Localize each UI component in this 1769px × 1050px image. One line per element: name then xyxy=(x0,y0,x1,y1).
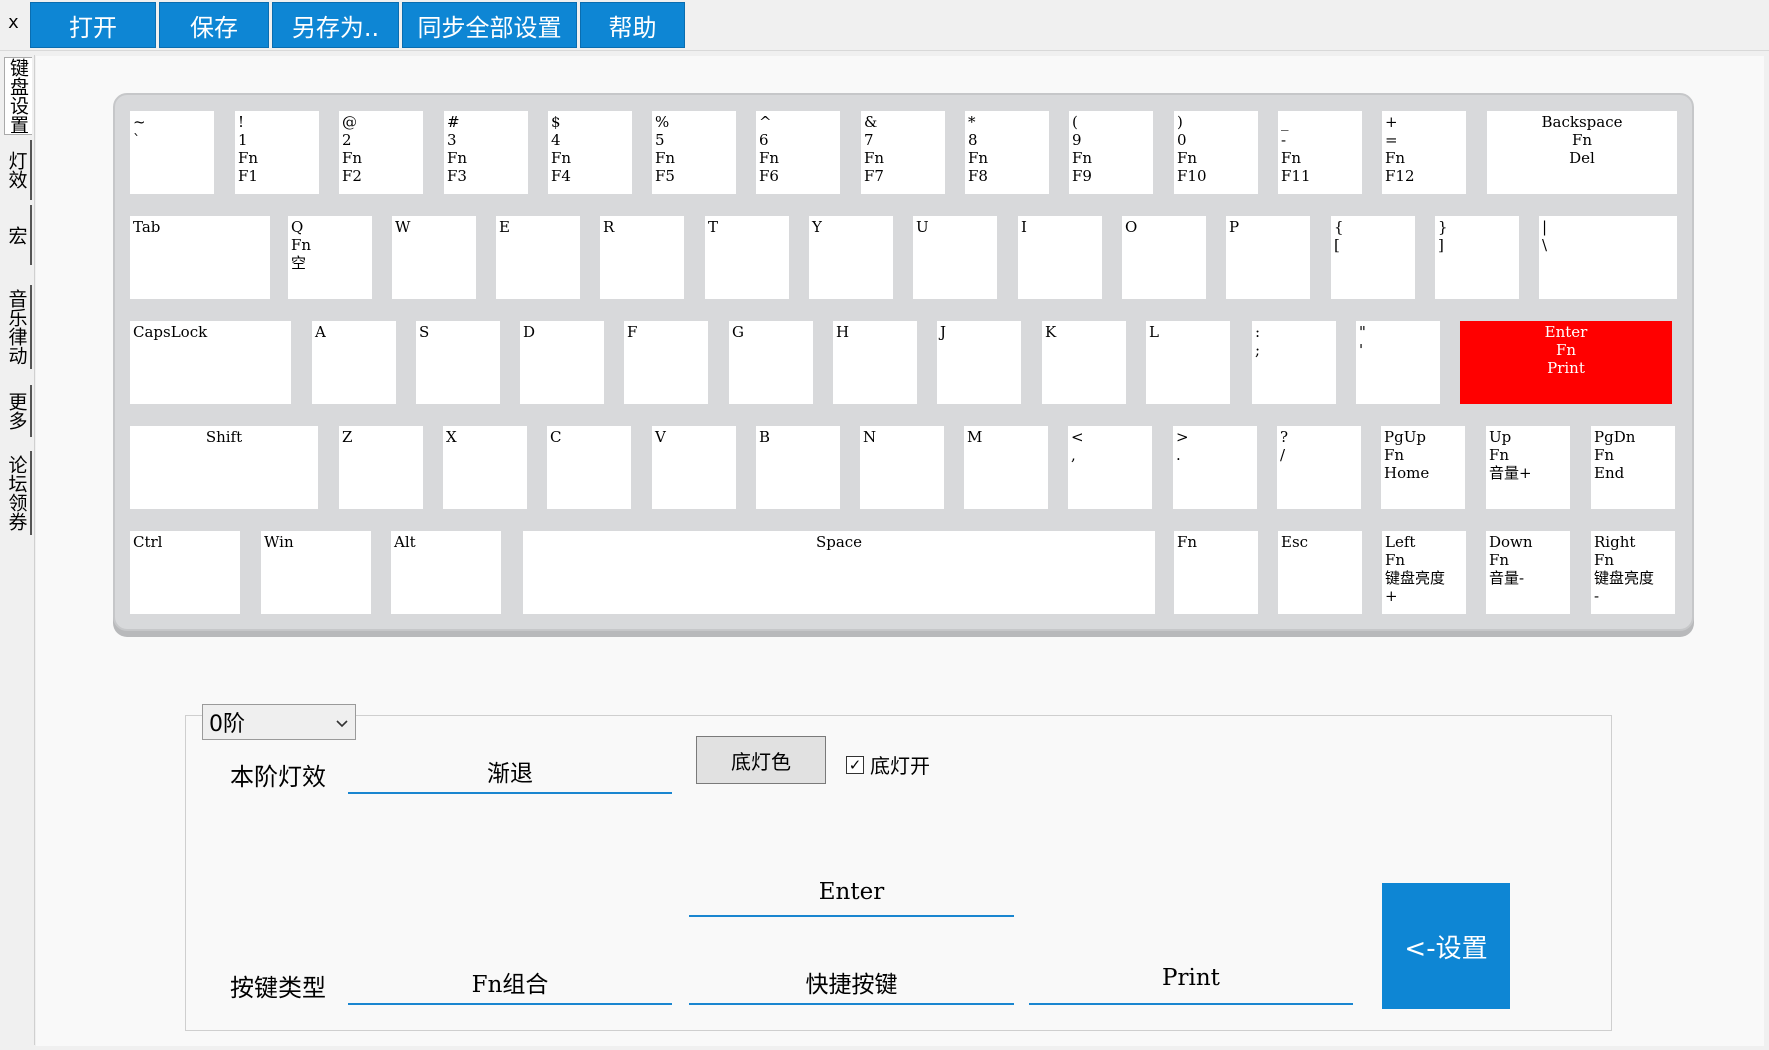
layer-select[interactable]: 0阶 xyxy=(202,704,356,740)
key-symbol-1-11[interactable]: { [ xyxy=(1331,216,1415,299)
key-g[interactable]: G xyxy=(729,321,813,404)
key-down[interactable]: Down Fn 音量- xyxy=(1486,531,1570,614)
toolbar: 打开 保存 另存为.. 同步全部设置 帮助 xyxy=(30,2,685,48)
tab-more[interactable]: 更多 xyxy=(4,385,32,437)
key-s[interactable]: S xyxy=(416,321,500,404)
close-button[interactable]: x xyxy=(8,12,19,33)
key-symbol-0-12[interactable]: + = Fn F12 xyxy=(1382,111,1466,194)
key-y[interactable]: Y xyxy=(809,216,893,299)
key-symbol-0-0[interactable]: ~ ` xyxy=(130,111,214,194)
key-tab[interactable]: Tab xyxy=(130,216,270,299)
key-win[interactable]: Win xyxy=(261,531,371,614)
shortcut-field[interactable]: 快捷按键 xyxy=(689,965,1014,1005)
open-button[interactable]: 打开 xyxy=(30,2,156,48)
toolbar-divider xyxy=(0,50,1769,51)
base-light-label: 底灯开 xyxy=(870,754,930,778)
key-b[interactable]: B xyxy=(756,426,840,509)
key-j[interactable]: J xyxy=(937,321,1021,404)
key-v[interactable]: V xyxy=(652,426,736,509)
key-symbol-0-6[interactable]: ^ 6 Fn F6 xyxy=(756,111,840,194)
key-symbol-0-10[interactable]: ) 0 Fn F10 xyxy=(1174,111,1258,194)
key-symbol-0-11[interactable]: _ - Fn F11 xyxy=(1278,111,1362,194)
help-button[interactable]: 帮助 xyxy=(580,2,685,48)
key-x[interactable]: X xyxy=(443,426,527,509)
layer-select-value: 0阶 xyxy=(209,712,245,737)
fn-combo-value-field[interactable]: Print xyxy=(1029,965,1353,1005)
key-backspace[interactable]: Backspace Fn Del xyxy=(1487,111,1677,194)
key-value-field[interactable]: Enter xyxy=(689,879,1014,917)
key-ctrl[interactable]: Ctrl xyxy=(130,531,240,614)
key-w[interactable]: W xyxy=(392,216,476,299)
layer-effect-field[interactable]: 渐退 xyxy=(348,754,672,794)
key-q[interactable]: Q Fn 空 xyxy=(288,216,372,299)
key-symbol-3-8[interactable]: < , xyxy=(1068,426,1152,509)
key-shift[interactable]: Shift xyxy=(130,426,318,509)
key-enter[interactable]: Enter Fn Print xyxy=(1460,321,1672,404)
key-n[interactable]: N xyxy=(860,426,944,509)
key-alt[interactable]: Alt xyxy=(391,531,501,614)
key-l[interactable]: L xyxy=(1146,321,1230,404)
tab-macro[interactable]: 宏 xyxy=(4,205,32,265)
key-symbol-0-2[interactable]: @ 2 Fn F2 xyxy=(339,111,423,194)
tab-lighting[interactable]: 灯效 xyxy=(4,140,32,200)
key-k[interactable]: K xyxy=(1042,321,1126,404)
save-button[interactable]: 保存 xyxy=(159,2,269,48)
key-esc[interactable]: Esc xyxy=(1278,531,1362,614)
key-capslock[interactable]: CapsLock xyxy=(130,321,291,404)
base-color-button[interactable]: 底灯色 xyxy=(696,736,826,784)
key-z[interactable]: Z xyxy=(339,426,423,509)
sidebar: 键盘设置 灯效 宏 音乐律动 更多 论坛领券 xyxy=(0,55,35,1045)
key-symbol-3-9[interactable]: > . xyxy=(1173,426,1257,509)
tab-forum-coupon[interactable]: 论坛领券 xyxy=(4,451,32,535)
key-symbol-0-3[interactable]: # 3 Fn F3 xyxy=(444,111,528,194)
key-left[interactable]: Left Fn 键盘亮度 + xyxy=(1382,531,1466,614)
key-symbol-3-10[interactable]: ? / xyxy=(1277,426,1361,509)
key-symbol-0-9[interactable]: ( 9 Fn F9 xyxy=(1069,111,1153,194)
key-symbol-1-12[interactable]: } ] xyxy=(1435,216,1519,299)
key-i[interactable]: I xyxy=(1018,216,1102,299)
key-pgdn[interactable]: PgDn Fn End xyxy=(1591,426,1675,509)
key-up[interactable]: Up Fn 音量+ xyxy=(1486,426,1570,509)
key-type-label: 按键类型 xyxy=(230,974,326,1002)
key-symbol-2-10[interactable]: : ; xyxy=(1252,321,1336,404)
base-light-checkbox[interactable]: ✓ 底灯开 xyxy=(846,750,930,779)
apply-setting-button[interactable]: <-设置 xyxy=(1382,883,1510,1009)
key-f[interactable]: F xyxy=(624,321,708,404)
key-d[interactable]: D xyxy=(520,321,604,404)
key-space[interactable]: Space xyxy=(523,531,1155,614)
key-u[interactable]: U xyxy=(913,216,997,299)
key-symbol-0-7[interactable]: & 7 Fn F7 xyxy=(861,111,945,194)
key-p[interactable]: P xyxy=(1226,216,1310,299)
tab-music-rhythm[interactable]: 音乐律动 xyxy=(4,285,32,369)
key-a[interactable]: A xyxy=(312,321,396,404)
chevron-down-icon xyxy=(335,710,349,735)
key-symbol-0-1[interactable]: ! 1 Fn F1 xyxy=(235,111,319,194)
key-symbol-0-5[interactable]: % 5 Fn F5 xyxy=(652,111,736,194)
key-symbol-1-13[interactable]: | \ xyxy=(1539,216,1677,299)
key-e[interactable]: E xyxy=(496,216,580,299)
key-c[interactable]: C xyxy=(547,426,631,509)
key-type-field[interactable]: Fn组合 xyxy=(348,965,672,1005)
key-fn[interactable]: Fn xyxy=(1174,531,1258,614)
key-h[interactable]: H xyxy=(833,321,917,404)
layer-effect-label: 本阶灯效 xyxy=(230,763,326,791)
key-t[interactable]: T xyxy=(705,216,789,299)
key-o[interactable]: O xyxy=(1122,216,1206,299)
tab-keyboard-settings[interactable]: 键盘设置 xyxy=(4,57,32,135)
key-right[interactable]: Right Fn 键盘亮度 - xyxy=(1591,531,1675,614)
key-symbol-0-4[interactable]: $ 4 Fn F4 xyxy=(548,111,632,194)
key-r[interactable]: R xyxy=(600,216,684,299)
save-as-button[interactable]: 另存为.. xyxy=(272,2,399,48)
key-m[interactable]: M xyxy=(964,426,1048,509)
sync-all-settings-button[interactable]: 同步全部设置 xyxy=(402,2,577,48)
checkbox-check-icon: ✓ xyxy=(846,755,864,774)
key-symbol-0-8[interactable]: * 8 Fn F8 xyxy=(965,111,1049,194)
key-symbol-2-11[interactable]: " ' xyxy=(1356,321,1440,404)
key-pgup[interactable]: PgUp Fn Home xyxy=(1381,426,1465,509)
